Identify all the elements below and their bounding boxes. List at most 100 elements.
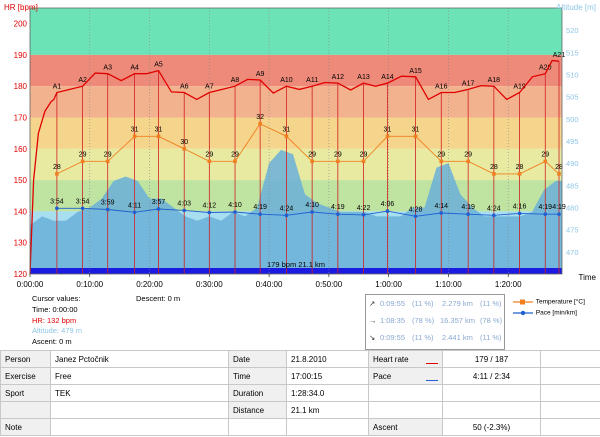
x-axis-label: Time [579,273,597,282]
empty-cell [368,384,443,402]
cursor-time: Time: 0:00:00 [32,305,78,314]
pace-label: 4:11 [128,202,141,209]
temperature-label: 29 [541,151,549,158]
pace-point [361,213,366,217]
temperature-label: 28 [490,164,498,171]
person-value[interactable]: Janez Pctočnik [50,350,229,368]
cursor-ascent: Ascent: 0 m [32,337,72,346]
pace-point [310,210,314,214]
pace-label: 3:59 [101,199,115,206]
person-label: Person [0,350,51,368]
y-left-tick-label: 200 [14,20,28,29]
temperature-label: 28 [516,164,524,171]
temperature-label: 29 [231,151,239,158]
empty-cell [368,401,443,419]
temperature-swatch-icon [513,299,533,305]
cursor-title: Cursor values: [32,294,81,303]
ascent-label: Ascent [368,418,443,436]
note-label: Note [0,418,51,436]
temperature-label: 29 [334,151,342,158]
x-tick-label: 1:00:00 [375,280,402,289]
temperature-label: 31 [384,126,392,133]
lap-label: A15 [409,68,422,75]
time-label: Time [228,367,287,385]
y-right-tick-label: 485 [566,181,579,190]
empty-cell [540,418,600,436]
temperature-label: 31 [283,126,291,133]
pace-point [233,210,237,214]
y-right-tick-label: 510 [566,71,579,80]
legend-pace[interactable]: Pace [min/km] [512,309,577,317]
y-left-tick-label: 130 [14,239,28,248]
terrain-summary-box: ↗ 0:09:55 (11 %) 2.279 km (11 %) → 1:08:… [365,294,505,350]
lap-label: A9 [256,71,265,78]
pace-point [557,212,561,216]
empty-cell [286,418,369,436]
temperature-point [156,134,161,139]
y-left-axis-label: HR [bpm] [4,3,38,12]
duration-label: Duration [228,384,287,402]
temperature-label: 29 [79,151,87,158]
temperature-label: 29 [464,151,472,158]
empty-cell [228,418,287,436]
x-tick-label: 0:10:00 [76,280,103,289]
temperature-point [80,159,85,164]
pace-point [439,211,444,215]
temperature-point [310,159,314,164]
pace-point [258,212,262,216]
pace-point [132,210,137,215]
pace-point [466,212,470,216]
cursor-altitude: Altitude: 479 m [32,326,83,335]
temperature-point [132,134,137,139]
temperature-label: 31 [412,126,420,133]
pace-point [207,210,212,215]
workout-info-table: Person Janez Pctočnik Date 21.8.2010 Hea… [0,350,600,436]
chart-legend: Temperature [°C] Pace [min/km] [512,296,598,320]
ascent-value: 50 (-2.3%) [442,418,541,436]
pace-label: 4:03 [177,200,191,207]
temperature-label: 28 [53,164,61,171]
temperature-point [492,172,496,176]
distance-value[interactable]: 21.1 km [286,401,369,419]
empty-cell [50,401,229,419]
pace-point [55,206,59,211]
temperature-point [105,159,110,164]
pace-label: 4:12 [203,203,217,210]
pace-label: 3:54 [50,198,64,205]
x-tick-label: 0:40:00 [256,280,283,289]
lap-label: A10 [280,77,293,84]
sport-label: Sport [0,384,51,402]
pace-label: 4:16 [513,203,527,210]
lap-label: A7 [205,83,214,90]
duration-value[interactable]: 1:28:34.0 [286,384,369,402]
workout-chart[interactable]: A1A2A3 A4 A5A6 A7A8A9A10 A11 A12 A13 A14A15A16 A… [0,0,600,292]
y-left-tick-label: 150 [14,176,28,185]
hr-swatch-icon [426,362,438,364]
time-value[interactable]: 17:00:15 [286,367,369,385]
temperature-point [182,147,187,151]
distance-label: Distance [228,401,287,419]
y-right-tick-label: 475 [566,226,579,235]
temperature-label: 31 [155,126,163,133]
pace-label: 4:14 [434,203,448,210]
note-value[interactable] [50,418,229,436]
pace-point [543,212,548,216]
y-right-tick-label: 515 [566,48,579,57]
legend-temperature[interactable]: Temperature [°C] [512,298,585,306]
exercise-value[interactable]: Free [50,367,229,385]
temperature-point [439,159,444,164]
hr-zone-band [30,8,562,55]
date-value[interactable]: 21.8.2010 [286,350,369,368]
lap-label: A14 [381,74,394,81]
pace-value: 4:11 / 2:34 [442,367,541,385]
pace-point [105,207,110,212]
bottom-bar-label: 179 bpm 21.1 km [267,260,325,269]
temperature-point [517,172,522,176]
cursor-hr: HR: 132 bpm [32,316,77,325]
cursor-descent: Descent: 0 m [136,294,181,303]
distance-spacer [0,401,51,419]
heart-rate-value: 179 / 187 [442,350,541,368]
temperature-point [258,121,262,126]
pace-label: 3:54 [76,198,90,205]
sport-value[interactable]: TEK [50,384,229,402]
